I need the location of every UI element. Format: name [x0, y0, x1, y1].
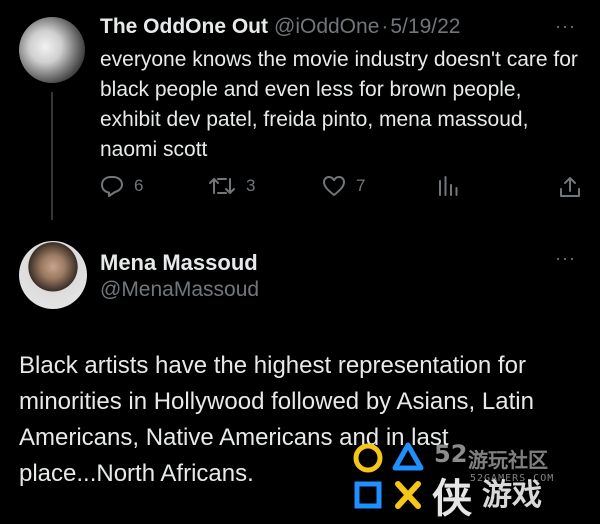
- like-button[interactable]: 7: [322, 175, 365, 197]
- reply-icon: [101, 176, 123, 197]
- tweet1-display-name[interactable]: The OddOne Out: [100, 15, 268, 39]
- avatar-mena-massoud[interactable]: [19, 241, 87, 309]
- site-watermark: 52 游玩社区 52GAMERS.COM 侠 游戏: [350, 436, 600, 522]
- heart-icon: [323, 176, 345, 196]
- share-button[interactable]: [558, 175, 582, 199]
- watermark-line2: 游戏: [482, 478, 542, 513]
- tweet2-handle[interactable]: @MenaMassoud: [100, 278, 259, 302]
- tweet1-text: everyone knows the movie industry doesn'…: [100, 48, 578, 161]
- retweet-button[interactable]: 3: [208, 175, 255, 197]
- avatar-oddone[interactable]: [19, 17, 85, 83]
- tweet1-header: The OddOne Out @iOddOne · 5/19/22: [100, 15, 460, 39]
- more-options-icon[interactable]: ···: [555, 16, 576, 37]
- reply-count: 6: [134, 176, 144, 195]
- watermark-char: 侠: [432, 476, 472, 522]
- more-options-icon[interactable]: ···: [555, 248, 576, 269]
- tweet2-display-name[interactable]: Mena Massoud: [100, 250, 258, 276]
- watermark-line1: 游玩社区: [468, 448, 548, 472]
- like-count: 7: [356, 176, 366, 195]
- tweet1-separator: ·: [381, 15, 389, 38]
- watermark-number: 52: [434, 440, 468, 468]
- retweet-count: 3: [246, 176, 256, 195]
- tweet1-actions: 6 3 7: [100, 175, 580, 205]
- tweet1-handle[interactable]: @iOddOne: [274, 15, 379, 39]
- tweet1-date[interactable]: 5/19/22: [390, 15, 460, 39]
- views-icon: [439, 176, 458, 196]
- game-controller-shapes-icon: [353, 442, 424, 509]
- thread-line: [51, 92, 53, 220]
- retweet-icon: [209, 178, 235, 194]
- share-icon: [560, 177, 580, 197]
- views-button[interactable]: [436, 175, 460, 197]
- reply-button[interactable]: 6: [100, 175, 143, 197]
